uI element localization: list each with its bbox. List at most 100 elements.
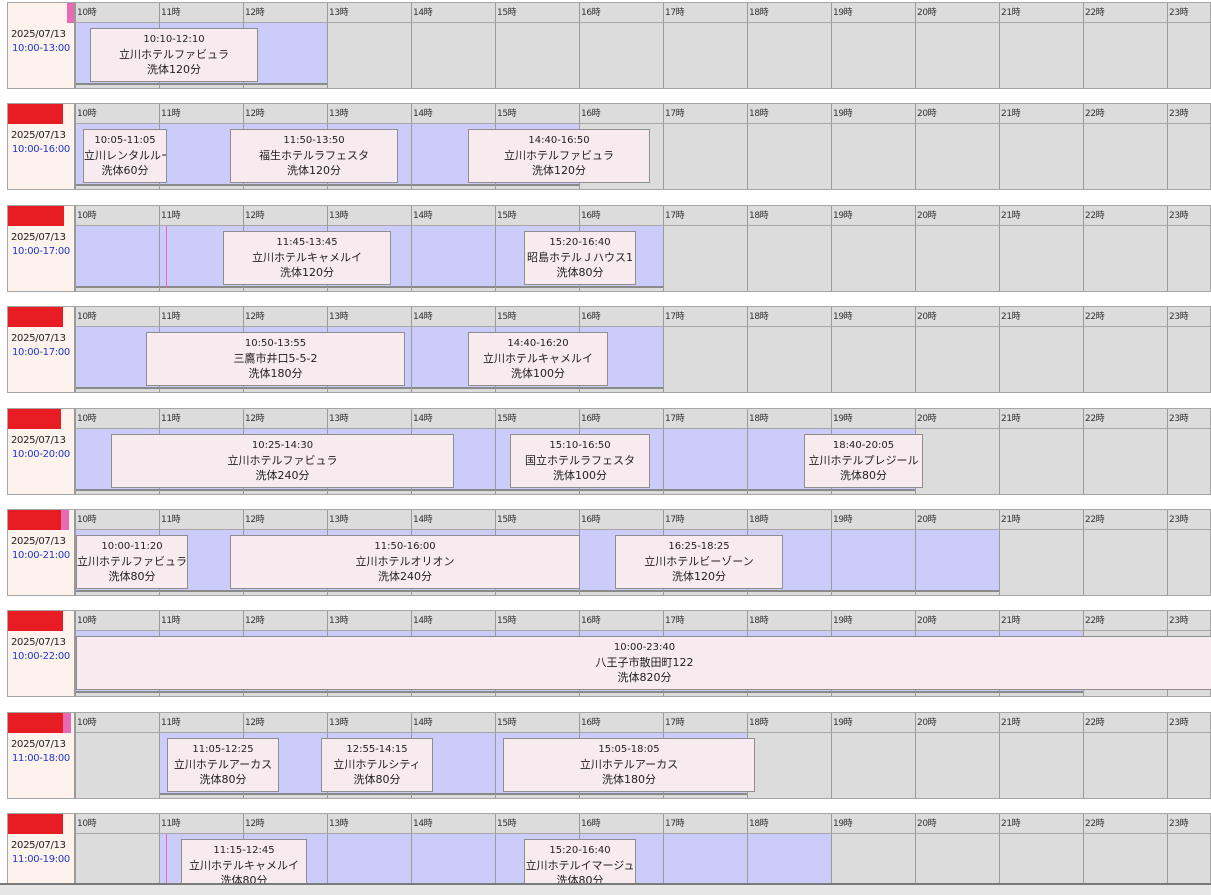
booking-block[interactable]: 11:50-16:00 立川ホテルオリオン 洗体240分 [230, 535, 580, 589]
booking-place: 立川ホテルアーカス [173, 758, 273, 771]
hour-header [75, 510, 1210, 530]
booking-block[interactable]: 15:05-18:05 立川ホテルアーカス 洗体180分 [503, 738, 755, 792]
booking-block[interactable]: 10:50-13:55 三鷹市井口5-5-2 洗体180分 [146, 332, 405, 386]
booking-time: 11:50-13:50 [283, 135, 345, 146]
booking-time: 10:25-14:30 [251, 440, 314, 451]
staff-info-cell[interactable]: 2025/07/13 10:00-20:00 [7, 408, 74, 495]
hour-header [75, 814, 1210, 834]
staff-name-bar[interactable] [8, 510, 61, 530]
staff-name-bar[interactable] [8, 814, 63, 834]
booking-wash: 洗体100分 [553, 469, 607, 482]
booking-block[interactable]: 10:00-11:20 立川ホテルファビュラ 洗体80分 [76, 535, 188, 589]
booking-time: 14:40-16:20 [507, 338, 569, 349]
staff-name-bar[interactable] [8, 713, 63, 733]
booking-wash: 洗体240分 [255, 469, 310, 482]
timeline: 10時 11時 12時 13時 14時 15時 16時 17時 18時 19時 20時 21時 22時 2… [74, 2, 1211, 89]
booking-block[interactable]: 14:40-16:20 立川ホテルキャメルイ 洗体100分 [468, 332, 608, 386]
timeline: 10時 11時 12時 13時 14時 15時 16時 17時 18時 19時 20時 21時 22時 2… [74, 205, 1211, 292]
staff-color-tag [61, 510, 69, 530]
booking-place: 立川ホテルキャメルイ [483, 352, 593, 365]
staff-info-cell[interactable]: 2025/07/13 10:00-17:00 [7, 205, 74, 292]
booking-time: 15:05-18:05 [598, 744, 660, 755]
booking-place: 国立ホテルラフェスタ [525, 454, 635, 467]
booking-place: 三鷹市井口5-5-2 [233, 352, 318, 365]
booking-block[interactable]: 18:40-20:05 立川ホテルプレジール 洗体80分 [804, 434, 923, 488]
booking-place: 立川ホテルファビュラ [119, 48, 229, 61]
staff-name-bar[interactable] [8, 611, 63, 631]
booking-block[interactable]: 11:45-13:45 立川ホテルキャメルイ 洗体120分 [223, 231, 391, 285]
shift-date: 2025/07/13 [11, 232, 66, 243]
booking-wash: 洗体120分 [280, 266, 334, 279]
shift-date: 2025/07/13 [11, 333, 66, 344]
hour-header [75, 206, 1210, 226]
booking-place: 立川ホテルファビュラ [227, 454, 338, 467]
booking-time: 10:05-11:05 [94, 135, 156, 146]
booking-block[interactable]: 10:00-23:40 八王子市散田町122 洗体820分 [76, 636, 1211, 690]
booking-wash: 洗体820分 [617, 671, 672, 684]
staff-row: 2025/07/13 10:00-20:00 10時 11時 12時 13時 14時 15時 1… [7, 408, 1211, 495]
booking-time: 10:50-13:55 [244, 338, 307, 349]
booking-block[interactable]: 15:10-16:50 国立ホテルラフェスタ 洗体100分 [510, 434, 650, 488]
staff-row: 2025/07/13 10:00-16:00 10時 11時 12時 13時 14時 15時 1… [7, 103, 1211, 190]
booking-block[interactable]: 10:25-14:30 立川ホテルファビュラ 洗体240分 [111, 434, 454, 488]
booking-time: 14:40-16:50 [528, 135, 590, 146]
staff-info-cell[interactable]: 2025/07/13 10:00-16:00 [7, 103, 74, 190]
booking-wash: 洗体100分 [511, 367, 565, 380]
booking-block[interactable]: 11:50-13:50 福生ホテルラフェスタ 洗体120分 [230, 129, 398, 183]
booking-wash: 洗体80分 [556, 266, 604, 279]
shift-date: 2025/07/13 [11, 536, 66, 547]
shift-time: 10:00-20:00 [12, 449, 70, 460]
horizontal-scrollbar[interactable] [0, 883, 1211, 895]
current-time-marker [166, 226, 167, 288]
booking-block[interactable]: 10:05-11:05 立川レンタルルー 洗体60分 [83, 129, 167, 183]
booking-block[interactable]: 15:20-16:40 昭島ホテルＪハウス1 洗体80分 [524, 231, 636, 285]
booking-block[interactable]: 12:55-14:15 立川ホテルシティ 洗体80分 [321, 738, 433, 792]
shift-time: 10:00-17:00 [12, 246, 70, 257]
booking-time: 15:20-16:40 [549, 845, 611, 856]
booking-place: 立川ホテルオリオン [355, 555, 455, 568]
booking-time: 10:00-23:40 [613, 642, 676, 653]
staff-info-cell[interactable]: 2025/07/13 10:00-13:00 [7, 2, 75, 89]
booking-wash: 洗体180分 [602, 773, 656, 786]
shift-date: 2025/07/13 [11, 739, 66, 750]
booking-time: 18:40-20:05 [832, 440, 895, 451]
staff-row: 2025/07/13 10:00-13:00 10時 11時 12時 13時 14時 15時 1… [7, 2, 1211, 89]
hour-header [75, 713, 1210, 733]
booking-place: 福生ホテルラフェスタ [259, 149, 369, 162]
booking-block[interactable]: 16:25-18:25 立川ホテルビーゾーン 洗体120分 [615, 535, 783, 589]
booking-time: 11:50-16:00 [374, 541, 436, 552]
staff-name-bar[interactable] [8, 206, 64, 226]
staff-name-bar[interactable] [8, 104, 63, 124]
booking-wash: 洗体120分 [672, 570, 726, 583]
booking-wash: 洗体80分 [108, 570, 156, 583]
booking-place: 立川ホテルシティ [333, 758, 421, 771]
booking-wash: 洗体80分 [353, 773, 401, 786]
booking-block[interactable]: 14:40-16:50 立川ホテルファビュラ 洗体120分 [468, 129, 650, 183]
shift-time: 10:00-22:00 [12, 651, 70, 662]
staff-name-bar[interactable] [8, 307, 63, 327]
timeline: 10時 11時 12時 13時 14時 15時 16時 17時 18時 19時 20時 21時 22時 2… [74, 509, 1211, 596]
shift-date: 2025/07/13 [11, 435, 66, 446]
hour-header [75, 409, 1210, 429]
shift-time: 10:00-21:00 [12, 550, 70, 561]
staff-info-cell[interactable]: 2025/07/13 11:00-18:00 [7, 712, 74, 799]
shift-time: 10:00-17:00 [12, 347, 70, 358]
timeline: 10時 11時 12時 13時 14時 15時 16時 17時 18時 19時 20時 21時 22時 2… [74, 610, 1211, 697]
booking-place: 立川ホテルキャメルイ [252, 251, 362, 264]
staff-info-cell[interactable]: 2025/07/13 10:00-21:00 [7, 509, 74, 596]
staff-name-bar[interactable] [8, 409, 61, 429]
booking-place: 立川ホテルファビュラ [77, 555, 187, 568]
booking-time: 11:15-12:45 [213, 845, 275, 856]
booking-wash: 洗体120分 [147, 63, 201, 76]
hour-header [75, 3, 1210, 23]
booking-place: 立川ホテルビーゾーン [644, 555, 754, 568]
booking-block[interactable]: 10:10-12:10 立川ホテルファビュラ 洗体120分 [90, 28, 258, 82]
staff-info-cell[interactable]: 2025/07/13 10:00-17:00 [7, 306, 74, 393]
booking-block[interactable]: 11:05-12:25 立川ホテルアーカス 洗体80分 [167, 738, 279, 792]
booking-wash: 洗体180分 [248, 367, 303, 380]
booking-wash: 洗体240分 [378, 570, 432, 583]
shift-time: 10:00-16:00 [12, 144, 70, 155]
staff-info-cell[interactable]: 2025/07/13 10:00-22:00 [7, 610, 74, 697]
booking-wash: 洗体60分 [101, 164, 149, 177]
booking-place: 立川ホテルプレジール [808, 454, 919, 467]
